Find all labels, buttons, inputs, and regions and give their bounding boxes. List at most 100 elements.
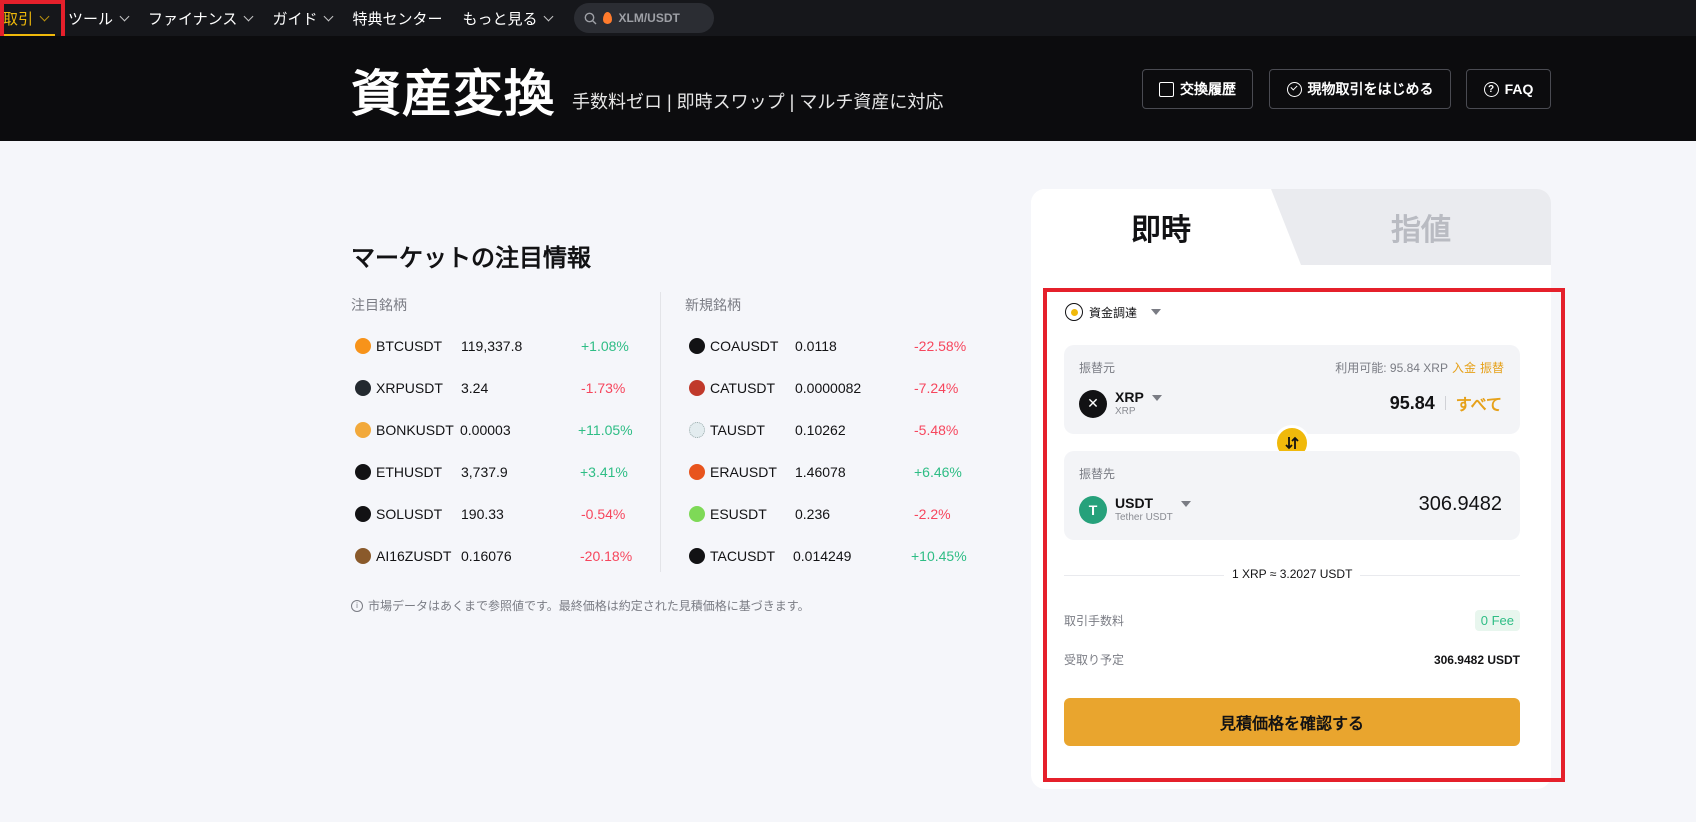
nav-rewards[interactable]: 特典センター xyxy=(342,0,452,36)
to-asset-selector[interactable]: T USDT Tether USDT xyxy=(1079,495,1191,524)
from-asset-selector[interactable]: ✕ XRP XRP xyxy=(1079,389,1162,418)
sol-icon xyxy=(355,506,371,522)
btc-icon xyxy=(355,338,371,354)
nav-guide[interactable]: ガイド xyxy=(262,0,342,36)
to-box: 振替先 T USDT Tether USDT 306.9482 xyxy=(1064,451,1520,540)
row-change: -22.58% xyxy=(914,338,967,354)
row-change: +1.08% xyxy=(581,338,629,354)
faq-button[interactable]: ? FAQ xyxy=(1466,69,1551,109)
history-button[interactable]: 交換履歴 xyxy=(1142,69,1253,109)
row-price: 0.236 xyxy=(795,506,831,522)
xrp-icon: ✕ xyxy=(1079,389,1107,418)
from-name: XRP xyxy=(1115,406,1136,417)
row-change: -2.2% xyxy=(914,506,951,522)
new-row[interactable]: TACUSDT 0.014249 +10.45% xyxy=(689,544,999,568)
fire-icon xyxy=(603,12,613,24)
caret-down-icon xyxy=(1151,309,1162,315)
spot-trade-button[interactable]: 現物取引をはじめる xyxy=(1269,69,1451,109)
tab-limit[interactable]: 指値 xyxy=(1271,189,1551,265)
to-name: Tether USDT xyxy=(1115,512,1173,523)
row-symbol: ETHUSDT xyxy=(376,464,443,480)
fee-label: 取引手数料 xyxy=(1064,614,1125,628)
nav-finance[interactable]: ファイナンス xyxy=(138,0,262,36)
chevron-down-icon xyxy=(39,11,50,21)
fee-badge: 0 Fee xyxy=(1474,610,1520,631)
account-selector[interactable]: 資金調達 xyxy=(1065,303,1162,321)
row-symbol: TACUSDT xyxy=(710,548,776,564)
confirm-quote-button[interactable]: 見積価格を確認する xyxy=(1064,698,1520,746)
row-price: 0.0000082 xyxy=(795,380,862,396)
featured-row[interactable]: ETHUSDT 3,737.9 +3.41% xyxy=(355,460,655,484)
row-symbol: BTCUSDT xyxy=(376,338,443,354)
chevron-down-icon xyxy=(544,11,554,21)
receive-label: 受取り予定 xyxy=(1064,653,1125,667)
nav-trade-label: 取引 xyxy=(3,10,34,28)
chevron-down-icon xyxy=(119,11,130,21)
tac-icon xyxy=(689,548,705,564)
featured-row[interactable]: BONKUSDT 0.00003 +11.05% xyxy=(355,418,655,442)
ta-icon xyxy=(689,422,705,438)
nav-trade[interactable]: 取引 xyxy=(0,0,58,36)
search-input[interactable]: XLM/USDT xyxy=(574,3,715,33)
row-price: 0.014249 xyxy=(793,548,852,564)
divider xyxy=(1444,396,1446,410)
deposit-link[interactable]: 入金 xyxy=(1452,361,1476,375)
featured-row[interactable]: AI16ZUSDT 0.16076 -20.18% xyxy=(355,544,655,568)
transfer-link[interactable]: 振替 xyxy=(1480,361,1504,375)
check-circle-icon xyxy=(1286,81,1302,97)
row-price: 190.33 xyxy=(461,506,504,522)
bonk-icon xyxy=(355,422,371,438)
nav-more-label: もっと見る xyxy=(462,10,538,28)
row-symbol: ERAUSDT xyxy=(710,464,777,480)
featured-row[interactable]: SOLUSDT 190.33 -0.54% xyxy=(355,502,655,526)
from-box: 振替元 利用可能: 95.84 XRP 入金 振替 ✕ XRP XRP 95.84 … xyxy=(1064,345,1520,434)
from-label: 振替元 xyxy=(1079,361,1116,375)
row-price: 3,737.9 xyxy=(461,464,508,480)
nav-guide-label: ガイド xyxy=(272,10,318,28)
xrp-icon xyxy=(355,380,371,396)
nav-tools[interactable]: ツール xyxy=(58,0,138,36)
chevron-down-icon xyxy=(324,11,334,21)
swap-arrows-icon xyxy=(1285,436,1299,450)
usdt-icon: T xyxy=(1079,495,1107,524)
row-symbol: XRPUSDT xyxy=(376,380,443,396)
row-change: -1.73% xyxy=(581,380,626,396)
page-subtitle: 手数料ゼロ | 即時スワップ | マルチ資産に対応 xyxy=(572,92,944,112)
row-change: -5.48% xyxy=(914,422,959,438)
nav-tools-label: ツール xyxy=(68,10,114,28)
info-icon: i xyxy=(351,599,363,612)
market-disclaimer: i 市場データはあくまで参照値です。最終価格は約定された見積価格に基づきます。 xyxy=(351,597,810,614)
row-change: +10.45% xyxy=(911,548,967,564)
new-heading: 新規銘柄 xyxy=(685,297,741,313)
row-change: +3.41% xyxy=(580,464,628,480)
market-title: マーケットの注目情報 xyxy=(351,245,591,272)
nav-more[interactable]: もっと見る xyxy=(452,0,562,36)
row-price: 0.10262 xyxy=(795,422,846,438)
exchange-rate: 1 XRP ≈ 3.2027 USDT xyxy=(1224,567,1361,581)
coa-icon xyxy=(689,338,705,354)
to-symbol: USDT xyxy=(1115,495,1154,511)
row-change: +6.46% xyxy=(914,464,962,480)
top-nav: 取引 ツール ファイナンス ガイド 特典センター もっと見る XLM/USDT xyxy=(0,0,1696,36)
new-row[interactable]: ERAUSDT 1.46078 +6.46% xyxy=(689,460,999,484)
to-amount: 306.9482 xyxy=(1418,493,1502,515)
row-price: 1.46078 xyxy=(795,464,846,480)
new-row[interactable]: CATUSDT 0.0000082 -7.24% xyxy=(689,376,999,400)
row-symbol: COAUSDT xyxy=(710,338,779,354)
featured-row[interactable]: XRPUSDT 3.24 -1.73% xyxy=(355,376,655,400)
new-row[interactable]: COAUSDT 0.0118 -22.58% xyxy=(689,334,999,358)
max-button[interactable]: すべて xyxy=(1456,391,1502,415)
new-row[interactable]: ESUSDT 0.236 -2.2% xyxy=(689,502,999,526)
receive-row: 受取り予定 306.9482 USDT xyxy=(1064,651,1520,668)
featured-row[interactable]: BTCUSDT 119,337.8 +1.08% xyxy=(355,334,655,358)
spot-trade-button-label: 現物取引をはじめる xyxy=(1307,81,1434,97)
caret-down-icon xyxy=(1151,394,1162,401)
column-divider xyxy=(660,292,661,572)
available-balance: 利用可能: 95.84 XRP 入金 振替 xyxy=(1335,359,1504,376)
faq-button-label: FAQ xyxy=(1504,81,1534,97)
tab-instant[interactable]: 即時 xyxy=(1031,189,1291,265)
row-price: 0.00003 xyxy=(460,422,511,438)
new-row[interactable]: TAUSDT 0.10262 -5.48% xyxy=(689,418,999,442)
from-amount-input[interactable]: 95.84 すべて xyxy=(1390,391,1502,415)
row-symbol: CATUSDT xyxy=(710,380,776,396)
